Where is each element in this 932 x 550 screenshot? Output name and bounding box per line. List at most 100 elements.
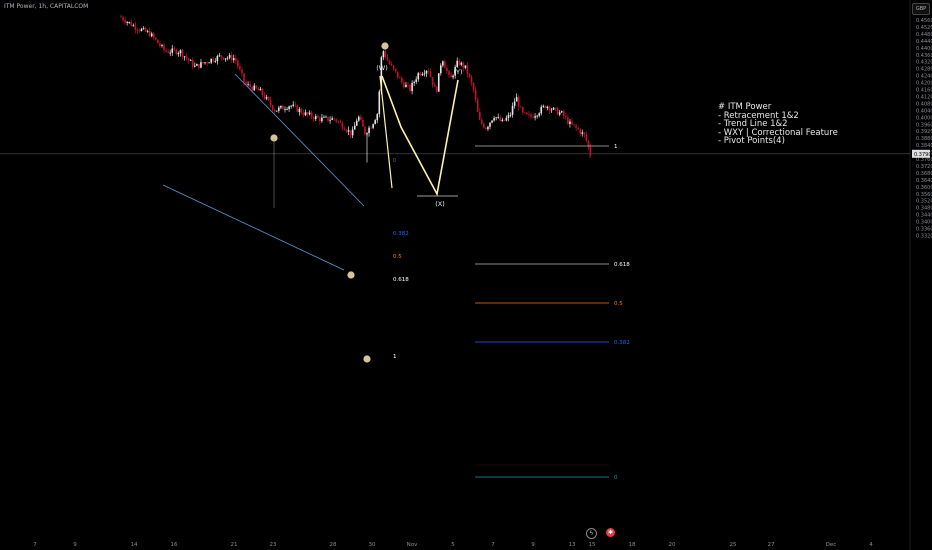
fib-level-label: 0.5 bbox=[614, 301, 623, 307]
candle-body bbox=[312, 117, 315, 120]
price-chart[interactable]: 0.45600.45200.44800.44400.44000.43600.43… bbox=[0, 0, 932, 550]
wxy-leg bbox=[379, 75, 393, 189]
candle-body bbox=[409, 84, 411, 92]
candle-body bbox=[394, 68, 397, 72]
candle-body bbox=[257, 88, 260, 91]
candle-body bbox=[370, 127, 372, 129]
candle-body bbox=[243, 73, 245, 83]
candle-body bbox=[323, 116, 325, 118]
candle-body bbox=[466, 65, 469, 74]
candle-body bbox=[165, 50, 167, 52]
candle-body bbox=[517, 97, 520, 107]
fib-level-label: 1 bbox=[614, 144, 618, 150]
candle-body bbox=[507, 115, 510, 118]
candle-body bbox=[345, 130, 348, 132]
candle-body bbox=[288, 106, 290, 110]
time-tick-label: 5 bbox=[451, 542, 455, 548]
candle-body bbox=[261, 88, 264, 96]
candle-body bbox=[282, 105, 284, 110]
candle-body bbox=[333, 118, 335, 120]
note-line: - Pivot Points(4) bbox=[718, 136, 785, 147]
price-tick-label: 0.3880 bbox=[916, 136, 932, 142]
wave-label-x: (X) bbox=[435, 200, 445, 208]
candle-body bbox=[366, 133, 368, 135]
candle-body bbox=[481, 119, 483, 124]
candle-body bbox=[189, 60, 192, 61]
time-tick-label: 13 bbox=[569, 542, 576, 548]
time-tick-label: Nov bbox=[407, 542, 418, 548]
time-tick-label: 25 bbox=[730, 542, 737, 548]
candle-body bbox=[360, 116, 362, 120]
candle-body bbox=[204, 62, 206, 64]
candle-body bbox=[396, 71, 399, 78]
candle-body bbox=[321, 117, 323, 122]
price-tick-label: 0.4360 bbox=[916, 53, 932, 59]
candle-body bbox=[358, 116, 360, 121]
candle-body bbox=[136, 29, 139, 31]
time-tick-label: 9 bbox=[73, 542, 77, 548]
candle-body bbox=[417, 73, 420, 80]
candle-body bbox=[179, 50, 182, 54]
candle-body bbox=[458, 60, 461, 65]
candle-body bbox=[263, 95, 266, 99]
candle-body bbox=[331, 118, 333, 120]
candle-body bbox=[237, 60, 239, 67]
candle-body bbox=[511, 105, 514, 115]
event-icon[interactable]: ✱ bbox=[606, 528, 615, 537]
candle-body bbox=[474, 89, 477, 100]
candle-body bbox=[269, 100, 272, 106]
price-tick-label: 0.4440 bbox=[916, 39, 932, 45]
candle-body bbox=[522, 107, 524, 113]
candle-body bbox=[235, 58, 237, 61]
price-tick-label: 0.3840 bbox=[916, 143, 932, 149]
candle-body bbox=[220, 55, 223, 58]
candle-body bbox=[476, 99, 479, 112]
fib-level-label: 0.382 bbox=[393, 231, 409, 237]
price-tick-label: 0.3600 bbox=[916, 185, 932, 191]
candle-body bbox=[202, 62, 204, 64]
price-tick-label: 0.3720 bbox=[916, 164, 932, 170]
candle-body bbox=[563, 111, 565, 117]
candle-body bbox=[362, 119, 364, 127]
candle-body bbox=[159, 43, 161, 46]
fib-level-label: 1 bbox=[393, 354, 397, 360]
candle-body bbox=[230, 55, 233, 61]
fib-level-label: 0.618 bbox=[393, 277, 409, 283]
symbol-title: ITM Power, 1h, CAPITALCOM bbox=[4, 3, 89, 10]
candle-body bbox=[437, 73, 440, 92]
candle-body bbox=[540, 106, 543, 114]
trend-line-upper bbox=[234, 73, 365, 207]
time-tick-label: 16 bbox=[171, 542, 178, 548]
candle-body bbox=[513, 101, 516, 106]
candle-body bbox=[185, 56, 188, 59]
candle-body bbox=[390, 64, 393, 66]
candle-body bbox=[200, 62, 202, 68]
candle-body bbox=[183, 56, 186, 58]
candle-body bbox=[144, 27, 147, 32]
candle-body bbox=[146, 31, 149, 32]
currency-badge[interactable]: GBP bbox=[912, 3, 930, 15]
bolt-icon[interactable]: ϟ bbox=[586, 528, 597, 539]
candle-body bbox=[212, 58, 215, 62]
price-tick-label: 0.4080 bbox=[916, 101, 932, 107]
price-tick-label: 0.3920 bbox=[916, 129, 932, 135]
candle-body bbox=[401, 77, 403, 83]
candle-body bbox=[405, 84, 407, 88]
time-tick-label: 18 bbox=[629, 542, 636, 548]
candle-body bbox=[343, 128, 346, 131]
time-tick-label: 27 bbox=[768, 542, 775, 548]
price-tick-label: 0.4040 bbox=[916, 108, 932, 114]
candle-body bbox=[411, 82, 413, 92]
candle-body bbox=[239, 66, 241, 70]
price-tick-label: 0.4520 bbox=[916, 25, 932, 31]
candle-body bbox=[169, 52, 171, 54]
time-tick-label: Dec bbox=[826, 542, 837, 548]
price-tick-label: 0.4400 bbox=[916, 46, 932, 52]
candle-body bbox=[339, 121, 342, 123]
candle-body bbox=[581, 132, 584, 134]
candle-body bbox=[546, 106, 549, 108]
candle-body bbox=[413, 81, 415, 83]
candle-body bbox=[450, 75, 452, 78]
candle-body bbox=[347, 130, 350, 132]
candle-body bbox=[538, 113, 540, 116]
